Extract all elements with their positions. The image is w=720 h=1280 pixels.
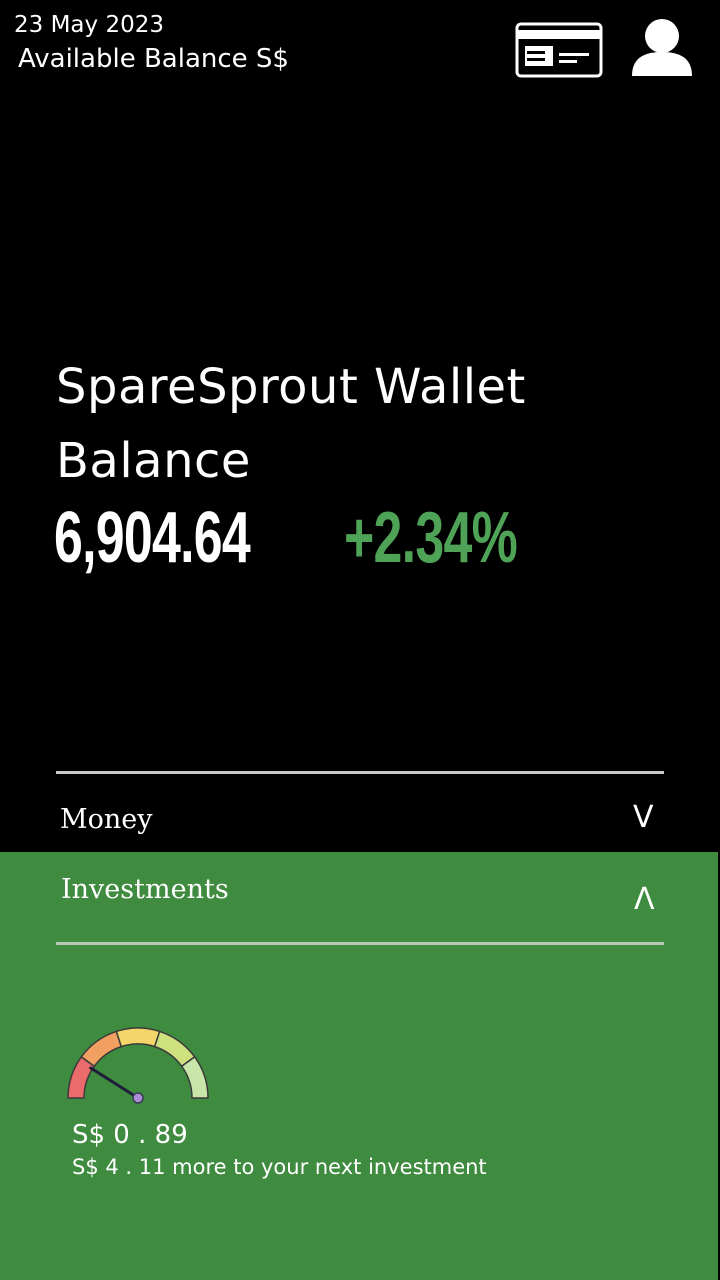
available-balance-label: Available Balance S$: [18, 44, 289, 74]
investment-gauge: [60, 1020, 216, 1110]
profile-button[interactable]: [630, 16, 694, 80]
chevron-up-icon[interactable]: Λ: [634, 882, 655, 917]
user-icon: [632, 19, 692, 76]
gauge-segment: [80, 1030, 123, 1068]
gauge-segment: [180, 1055, 209, 1099]
next-investment-message: S$ 4 . 11 more to your next investment: [72, 1155, 487, 1179]
gauge-needle: [89, 1066, 140, 1100]
gauge-segment: [115, 1027, 161, 1048]
date-label: 23 May 2023: [14, 12, 164, 38]
money-label: Money: [60, 804, 153, 835]
card-icon: [515, 22, 603, 78]
divider: [56, 942, 664, 945]
chevron-down-icon[interactable]: V: [633, 800, 654, 835]
balance-change: +2.34%: [344, 498, 518, 578]
wallet-title: SpareSprout Wallet Balance: [56, 359, 526, 489]
card-button[interactable]: [515, 22, 603, 78]
wallet-balance: 6,904.64: [54, 498, 251, 578]
gauge-pivot: [132, 1092, 144, 1104]
investment-current-amount: S$ 0 . 89: [72, 1120, 188, 1150]
divider: [56, 771, 664, 774]
investments-label: Investments: [61, 874, 229, 905]
